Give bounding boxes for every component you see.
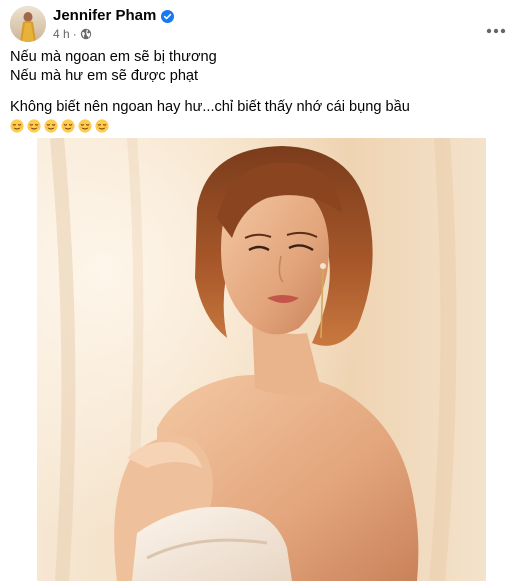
relieved-face-emoji [61, 119, 75, 133]
post-meta: 4 h · [53, 26, 92, 42]
relieved-face-emoji [10, 119, 24, 133]
more-options-button[interactable] [480, 8, 512, 40]
author-line: Jennifer Pham [53, 7, 175, 25]
portrait-photo [37, 138, 486, 581]
relieved-face-emoji [44, 119, 58, 133]
relieved-face-emoji [95, 119, 109, 133]
globe-icon[interactable] [80, 28, 92, 40]
post-text-line-3: Không biết nên ngoan hay hư...chỉ biết t… [10, 99, 410, 115]
post-message: Nếu mà ngoan em sẽ bị thương Nếu mà hư e… [10, 48, 510, 134]
relieved-face-emoji [78, 119, 92, 133]
post-text-line-2: Nếu mà hư em sẽ được phạt [10, 68, 199, 84]
timestamp-link[interactable]: 4 h [53, 27, 70, 41]
meta-separator: · [72, 27, 77, 41]
post-photo[interactable] [37, 138, 486, 581]
relieved-face-emoji [27, 119, 41, 133]
emoji-row [10, 118, 510, 134]
author-name[interactable]: Jennifer Pham [53, 7, 156, 25]
verified-badge-icon [161, 9, 175, 23]
avatar-image [10, 6, 46, 42]
avatar[interactable] [10, 6, 46, 42]
more-options-icon [486, 21, 506, 34]
post-header: Jennifer Pham 4 h · [10, 6, 514, 42]
post-text-line-1: Nếu mà ngoan em sẽ bị thương [10, 49, 217, 65]
facebook-post: Jennifer Pham 4 h · Nếu mà ngoan em sẽ b… [0, 0, 524, 581]
